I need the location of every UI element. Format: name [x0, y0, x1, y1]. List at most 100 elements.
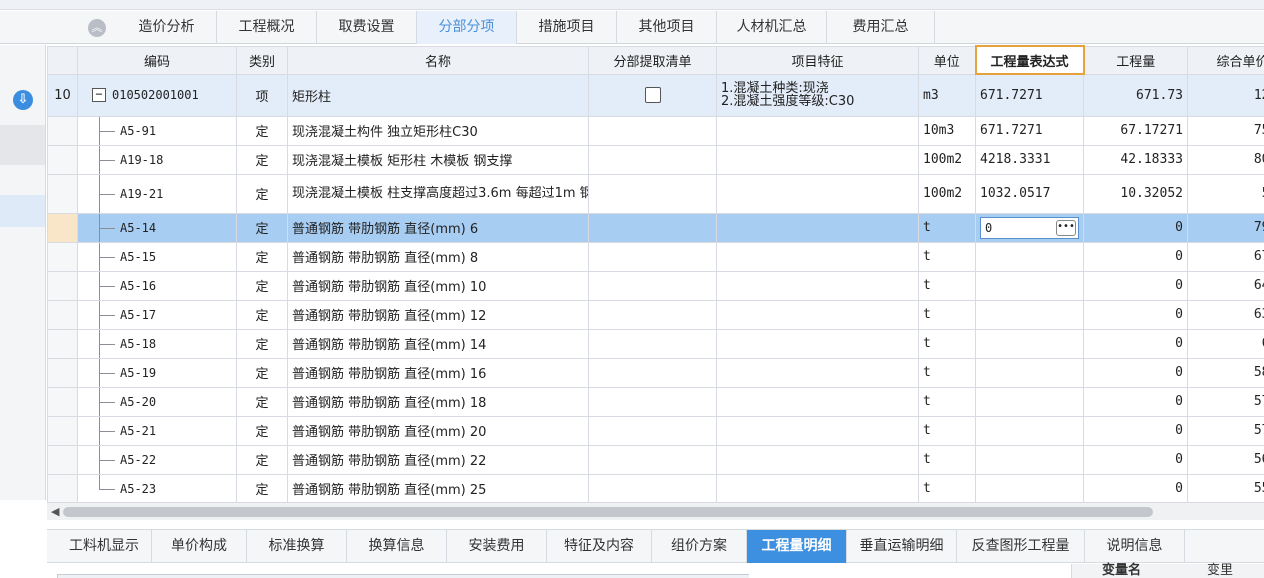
item-name[interactable]: 现浇混凝土模板 柱支撑高度超过3.6m 每超过1m 钢支撑: [287, 173, 589, 214]
detail-tab[interactable]: 垂直运输明细: [847, 530, 957, 563]
collapse-toggle[interactable]: −: [92, 88, 106, 102]
item-feature[interactable]: [716, 444, 919, 475]
item-name[interactable]: 普通钢筋 带肋钢筋 直径(mm) 20: [287, 415, 589, 446]
item-expression[interactable]: 0 •••: [975, 212, 1084, 243]
item-feature[interactable]: [716, 473, 919, 502]
item-name[interactable]: 矩形柱: [287, 73, 589, 117]
detail-tab[interactable]: 换算信息: [347, 530, 447, 563]
table-row[interactable]: A5-18 定普通钢筋 带肋钢筋 直径(mm) 14 t 06132: [47, 328, 1264, 359]
scrollbar-thumb[interactable]: [63, 507, 1153, 517]
tab-fee-settings[interactable]: 取费设置: [317, 11, 417, 44]
table-row-main[interactable]: 10 − 010502001001 项 矩形柱 1.混凝土种类:现浇 2.混凝土…: [47, 73, 1264, 117]
table-row[interactable]: A5-19 定普通钢筋 带肋钢筋 直径(mm) 16 t 05867.: [47, 357, 1264, 388]
item-name[interactable]: 普通钢筋 带肋钢筋 直径(mm) 22: [287, 444, 589, 475]
item-unit: t: [918, 357, 976, 388]
tab-sub-items[interactable]: 分部分项: [417, 11, 517, 44]
header-type[interactable]: 类别: [236, 45, 288, 75]
item-feature[interactable]: [716, 173, 919, 214]
item-feature[interactable]: [716, 115, 919, 146]
tab-measures[interactable]: 措施项目: [517, 11, 617, 44]
item-feature[interactable]: [716, 270, 919, 301]
item-expression[interactable]: [975, 241, 1084, 272]
expression-editor[interactable]: 0 •••: [980, 216, 1079, 239]
item-expression[interactable]: [975, 386, 1084, 417]
item-expression[interactable]: 4218.3331: [975, 144, 1084, 175]
detail-tab[interactable]: 反查图形工程量: [957, 530, 1085, 563]
header-unit[interactable]: 单位: [918, 45, 976, 75]
item-name[interactable]: 普通钢筋 带肋钢筋 直径(mm) 10: [287, 270, 589, 301]
detail-tab[interactable]: 标准换算: [247, 530, 347, 563]
item-feature[interactable]: [716, 415, 919, 446]
table-row[interactable]: A19-18 定现浇混凝土模板 矩形柱 木模板 钢支撑 100m2 4218.3331…: [47, 144, 1264, 175]
item-expression[interactable]: [975, 415, 1084, 446]
expression-value[interactable]: 0: [985, 221, 992, 235]
table-row[interactable]: A5-22 定普通钢筋 带肋钢筋 直径(mm) 22 t 05617.: [47, 444, 1264, 475]
header-qty-expression[interactable]: 工程量表达式: [974, 45, 1085, 75]
tab-project-overview[interactable]: 工程概况: [217, 11, 317, 44]
table-row[interactable]: A5-15 定普通钢筋 带肋钢筋 直径(mm) 8 t 06752.: [47, 241, 1264, 272]
detail-tab[interactable]: 组价方案: [652, 530, 747, 563]
horizontal-scrollbar[interactable]: ◀: [47, 502, 1264, 520]
download-circle-icon[interactable]: ⇩: [13, 90, 33, 110]
item-name[interactable]: 普通钢筋 带肋钢筋 直径(mm) 16: [287, 357, 589, 388]
item-feature[interactable]: [716, 299, 919, 330]
table-row[interactable]: A5-20 定普通钢筋 带肋钢筋 直径(mm) 18 t 05778.: [47, 386, 1264, 417]
item-name[interactable]: 普通钢筋 带肋钢筋 直径(mm) 6: [287, 212, 589, 243]
item-name[interactable]: 普通钢筋 带肋钢筋 直径(mm) 14: [287, 328, 589, 359]
detail-tab[interactable]: 工程量明细: [747, 530, 847, 563]
item-expression[interactable]: [975, 473, 1084, 502]
item-expression[interactable]: 1032.0517: [975, 173, 1084, 214]
tree-branch: [99, 459, 115, 461]
table-row[interactable]: A5-23 定普通钢筋 带肋钢筋 直径(mm) 25 t 05563.: [47, 473, 1264, 502]
extract-checkbox[interactable]: [644, 87, 661, 103]
item-feature[interactable]: [716, 357, 919, 388]
item-expression[interactable]: [975, 357, 1084, 388]
table-row[interactable]: A5-14定普通钢筋 带肋钢筋 直径(mm) 6t0•••07906.: [47, 212, 1264, 243]
item-expression[interactable]: [975, 270, 1084, 301]
header-unit-price[interactable]: 综合单价: [1187, 45, 1264, 75]
detail-tab[interactable]: 说明信息: [1085, 530, 1185, 563]
tab-labor-material-summary[interactable]: 人材机汇总: [717, 11, 827, 44]
table-row[interactable]: A5-17 定普通钢筋 带肋钢筋 直径(mm) 12 t 06379.: [47, 299, 1264, 330]
header-name[interactable]: 名称: [287, 45, 589, 75]
detail-tab[interactable]: 单价构成: [152, 530, 247, 563]
header-code[interactable]: 编码: [77, 45, 237, 75]
header-feature[interactable]: 项目特征: [716, 45, 919, 75]
sidebar-item-selected[interactable]: [0, 195, 45, 227]
item-expression[interactable]: [975, 299, 1084, 330]
item-feature[interactable]: [716, 241, 919, 272]
item-expression[interactable]: 671.7271: [975, 73, 1084, 117]
item-feature[interactable]: [716, 386, 919, 417]
item-quantity: 0: [1083, 270, 1188, 301]
item-feature[interactable]: 1.混凝土种类:现浇 2.混凝土强度等级:C30: [716, 73, 919, 117]
item-expression[interactable]: [975, 444, 1084, 475]
item-feature[interactable]: [716, 144, 919, 175]
item-name[interactable]: 现浇混凝土模板 矩形柱 木模板 钢支撑: [287, 144, 589, 175]
table-row[interactable]: A5-16 定普通钢筋 带肋钢筋 直径(mm) 10 t 06403.: [47, 270, 1264, 301]
detail-tab[interactable]: 安装费用: [447, 530, 547, 563]
item-name[interactable]: 普通钢筋 带肋钢筋 直径(mm) 25: [287, 473, 589, 502]
header-quantity[interactable]: 工程量: [1083, 45, 1188, 75]
arrow-left-icon[interactable]: ◀: [51, 505, 59, 518]
item-name[interactable]: 普通钢筋 带肋钢筋 直径(mm) 8: [287, 241, 589, 272]
table-row[interactable]: A19-21 定现浇混凝土模板 柱支撑高度超过3.6m 每超过1m 钢支撑 100m…: [47, 173, 1264, 214]
table-row[interactable]: A5-91 定现浇混凝土构件 独立矩形柱C30 10m3 671.7271 67.172…: [47, 115, 1264, 146]
item-feature[interactable]: [716, 328, 919, 359]
tab-other-items[interactable]: 其他项目: [617, 11, 717, 44]
item-feature[interactable]: [716, 212, 919, 243]
double-chevron-up-icon[interactable]: ︽: [88, 19, 106, 37]
tab-cost-analysis[interactable]: 造价分析: [117, 11, 217, 44]
item-name[interactable]: 现浇混凝土构件 独立矩形柱C30: [287, 115, 589, 146]
detail-tab[interactable]: 特征及内容: [547, 530, 652, 563]
item-name[interactable]: 普通钢筋 带肋钢筋 直径(mm) 12: [287, 299, 589, 330]
ellipsis-icon[interactable]: •••: [1056, 219, 1076, 236]
item-expression[interactable]: [975, 328, 1084, 359]
item-name[interactable]: 普通钢筋 带肋钢筋 直径(mm) 18: [287, 386, 589, 417]
header-extract-list[interactable]: 分部提取清单: [588, 45, 717, 75]
table-row[interactable]: A5-21 定普通钢筋 带肋钢筋 直径(mm) 20 t 05704.: [47, 415, 1264, 446]
detail-tab[interactable]: 工料机显示: [57, 530, 152, 563]
tab-fee-summary[interactable]: 费用汇总: [827, 11, 935, 44]
sidebar-item[interactable]: [0, 125, 45, 165]
item-expression[interactable]: 671.7271: [975, 115, 1084, 146]
variable-panel: 变量名 变里: [1071, 564, 1264, 578]
